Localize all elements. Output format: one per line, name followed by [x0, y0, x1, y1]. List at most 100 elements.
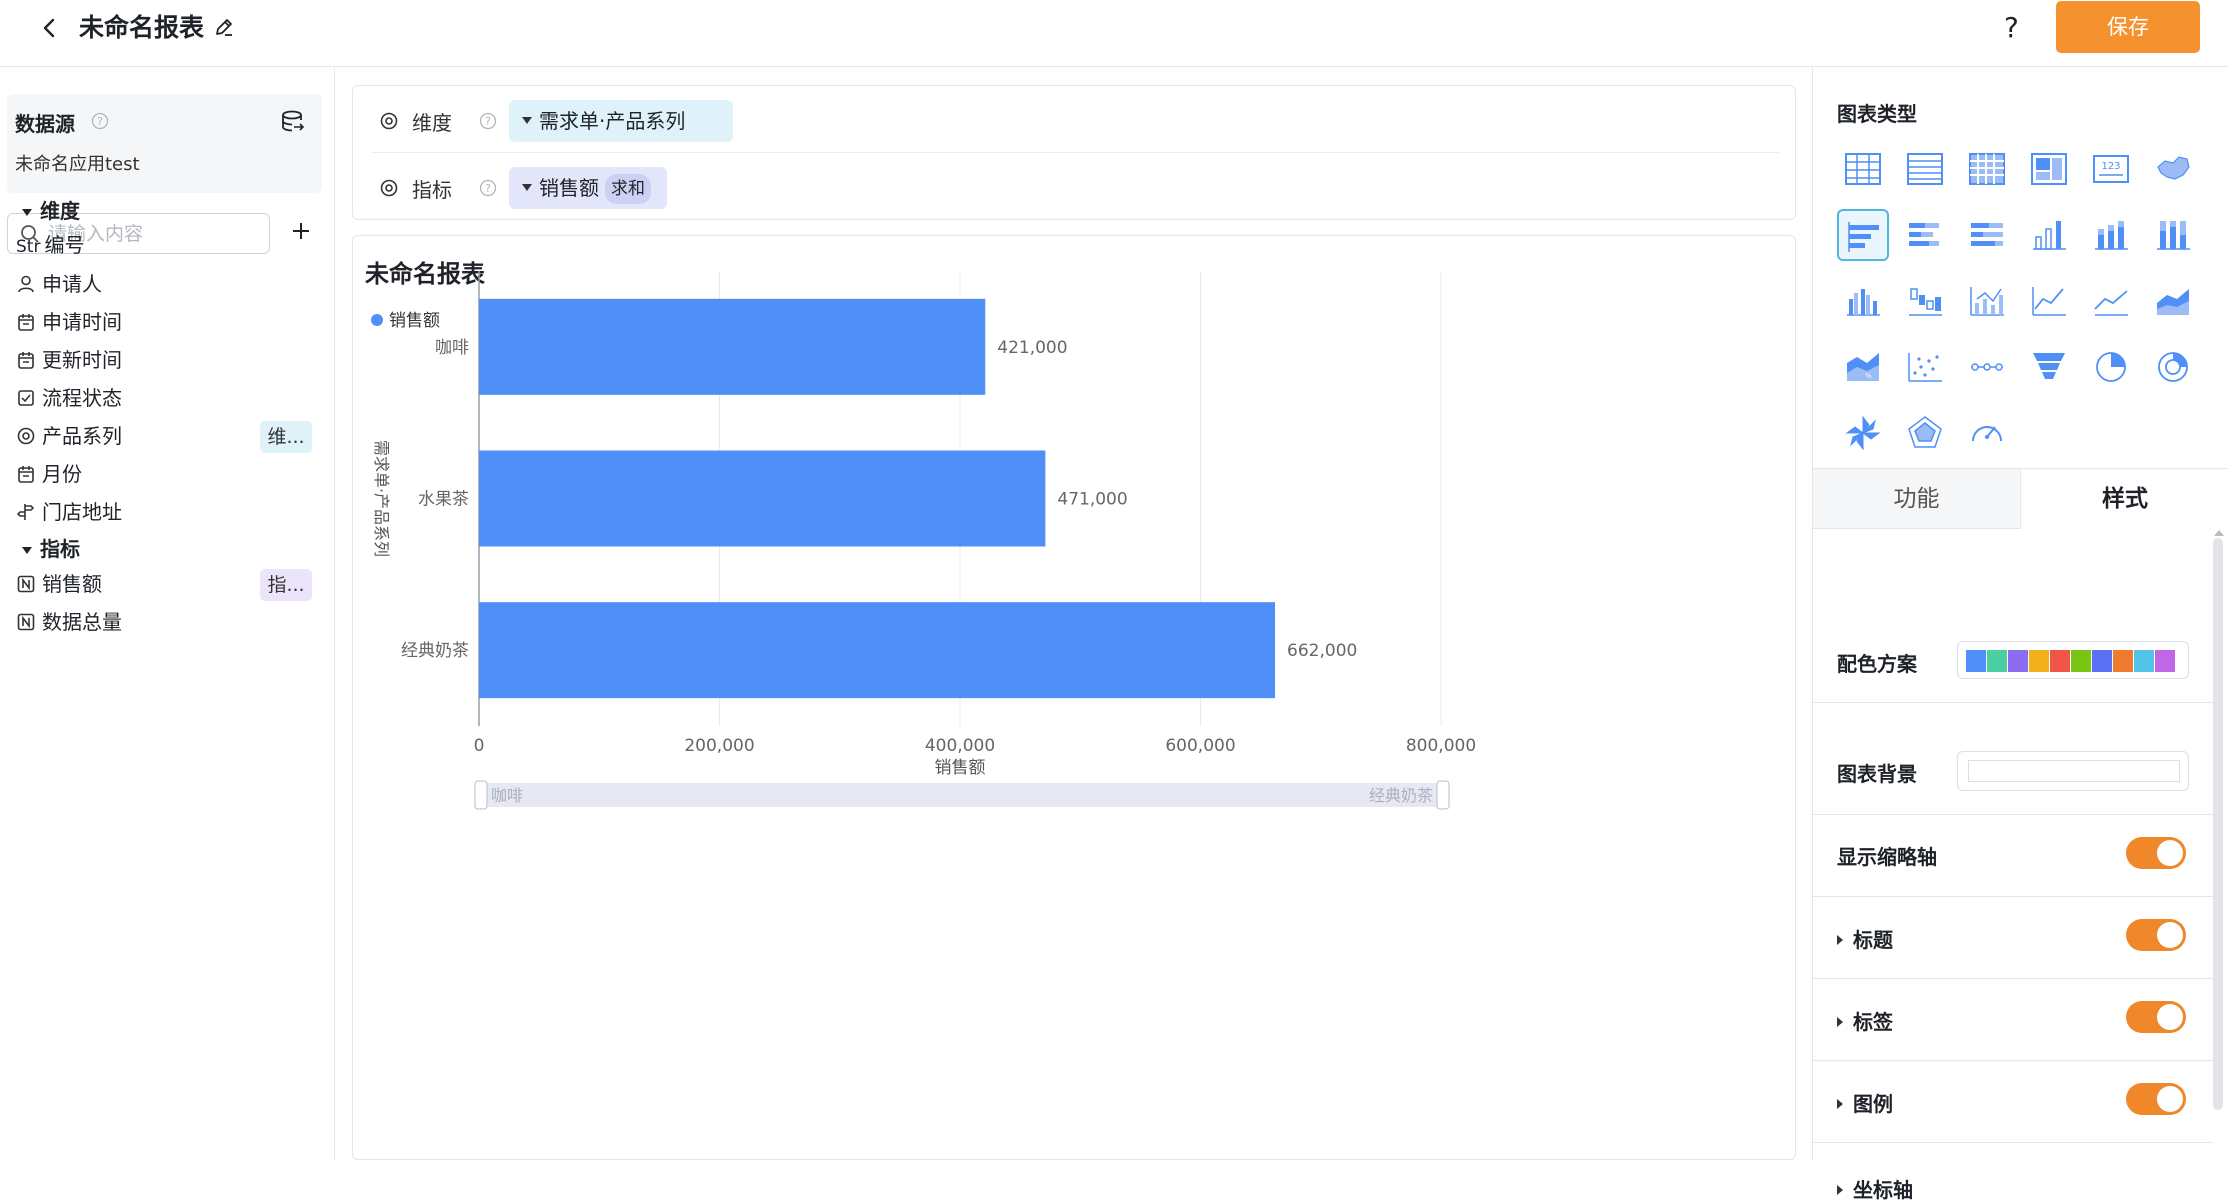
chart-type-stacked-bar-horizontal-icon[interactable]: [1899, 209, 1951, 261]
legend-row-label: 图例: [1837, 1088, 1893, 1117]
svg-text:?: ?: [485, 182, 491, 195]
title-toggle[interactable]: [2126, 919, 2186, 951]
y-tick-label: 咖啡: [435, 338, 469, 358]
zoom-slider-handle-right[interactable]: [1436, 780, 1450, 810]
field-label: 数据总量: [42, 610, 122, 634]
color-scheme-picker[interactable]: [1957, 641, 2189, 679]
edit-icon[interactable]: [213, 16, 235, 38]
measure-section-header[interactable]: 指标: [22, 533, 80, 562]
thumbnail-axis-toggle[interactable]: [2126, 837, 2186, 869]
chart-type-area-icon[interactable]: [2085, 275, 2137, 327]
dimension-section-header[interactable]: 维度: [22, 195, 80, 224]
zoom-slider-track[interactable]: [477, 783, 1445, 807]
chart-type-dot-line-icon[interactable]: [1961, 341, 2013, 393]
chart-type-radar-icon[interactable]: [1899, 407, 1951, 459]
save-button[interactable]: 保存: [2056, 1, 2200, 53]
chart-type-waterfall-icon[interactable]: [1899, 275, 1951, 327]
chart-type-column-line-icon[interactable]: [1961, 275, 2013, 327]
x-tick-label: 600,000: [1165, 736, 1235, 756]
question-icon[interactable]: ?: [479, 179, 497, 197]
chart-type-rose-icon[interactable]: [1837, 407, 1889, 459]
background-color-picker[interactable]: [1957, 751, 2189, 791]
chart-type-donut-icon[interactable]: [2147, 341, 2199, 393]
shelf-divider: [371, 152, 1779, 153]
chart-type-combo-column-icon[interactable]: [1837, 275, 1889, 327]
background-row: 图表背景: [1813, 703, 2213, 815]
chart-type-percent-column-icon[interactable]: [2147, 209, 2199, 261]
measure-section-label: 指标: [40, 537, 80, 561]
dimension-used-chip: 维...: [260, 421, 312, 453]
svg-text:?: ?: [97, 115, 103, 128]
chart-type-column-icon[interactable]: [2023, 209, 2075, 261]
field-item-update-time[interactable]: 更新时间: [16, 344, 326, 376]
chart-type-map-icon[interactable]: [2147, 143, 2199, 195]
question-icon[interactable]: ?: [91, 112, 109, 130]
chart-type-indicator-card-icon[interactable]: [2023, 143, 2075, 195]
tag-row[interactable]: 标签: [1813, 979, 2213, 1061]
chart-type-number-card-icon[interactable]: 123: [2085, 143, 2137, 195]
field-item-product-series[interactable]: 产品系列 维...: [16, 420, 326, 453]
field-item-store-address[interactable]: 门店地址: [16, 496, 326, 528]
axis-row[interactable]: 坐标轴: [1813, 1143, 2213, 1202]
field-item-month[interactable]: 月份: [16, 458, 326, 490]
dimension-pill[interactable]: 需求单·产品系列: [509, 100, 733, 142]
x-tick-label: 400,000: [925, 736, 995, 756]
chart-type-stacked-column-icon[interactable]: [2085, 209, 2137, 261]
help-icon[interactable]: ?: [2004, 8, 2019, 48]
field-label: 月份: [42, 462, 82, 486]
datasource-title: 数据源: [15, 112, 75, 136]
field-item-applicant[interactable]: 申请人: [16, 268, 326, 300]
chart-type-gauge-icon[interactable]: [1961, 407, 2013, 459]
field-item-id[interactable]: Str 编号: [16, 229, 326, 261]
question-icon[interactable]: ?: [479, 112, 497, 130]
datasource-card[interactable]: 数据源 ? 未命名应用test: [7, 94, 322, 193]
chart-type-percent-bar-horizontal-icon[interactable]: [1961, 209, 2013, 261]
measure-target-icon: [380, 179, 398, 197]
bar[interactable]: [479, 298, 986, 395]
chart-type-cross-table-icon[interactable]: [1961, 143, 2013, 195]
legend-row[interactable]: 图例: [1813, 1061, 2213, 1143]
tab-style[interactable]: 样式: [2021, 469, 2228, 529]
field-label: 申请人: [42, 272, 102, 296]
scroll-up-arrow[interactable]: [2214, 530, 2224, 536]
radio-icon: [17, 427, 35, 445]
database-switch-icon[interactable]: [279, 108, 305, 134]
title-row[interactable]: 标题: [1813, 897, 2213, 979]
datasource-name: 未命名应用test: [15, 154, 140, 175]
chart-type-percent-area-icon[interactable]: %: [1837, 341, 1889, 393]
field-item-apply-time[interactable]: 申请时间: [16, 306, 326, 338]
calendar-icon: [18, 314, 34, 331]
chart-type-funnel-icon[interactable]: [2023, 341, 2075, 393]
measure-pill-label: 销售额: [539, 176, 599, 200]
chart-type-pie-icon[interactable]: [2085, 341, 2137, 393]
tag-toggle[interactable]: [2126, 1001, 2186, 1033]
data-label: 471,000: [1057, 490, 1127, 510]
measure-pill[interactable]: 销售额 求和: [509, 167, 667, 209]
svg-text:?: ?: [485, 115, 491, 128]
back-arrow-icon[interactable]: [36, 14, 64, 42]
dimension-shelf-label: 维度: [412, 111, 452, 135]
zoom-slider-handle-left[interactable]: [474, 780, 488, 810]
chart-type-line-icon[interactable]: [2023, 275, 2075, 327]
palette-swatch: [2008, 650, 2028, 672]
aggregation-badge[interactable]: 求和: [605, 174, 651, 204]
field-item-flow-status[interactable]: 流程状态: [16, 382, 326, 414]
tab-function[interactable]: 功能: [1813, 469, 2021, 529]
legend-toggle[interactable]: [2126, 1083, 2186, 1115]
field-item-sales[interactable]: 销售额 指...: [16, 568, 326, 601]
chart-type-bar-horizontal-icon[interactable]: [1837, 209, 1889, 261]
bar[interactable]: [479, 450, 1046, 547]
chart-type-table-icon[interactable]: [1837, 143, 1889, 195]
field-label: 销售额: [42, 572, 102, 596]
measure-shelf: 指标 ? 销售额 求和: [379, 167, 1779, 209]
palette-swatch: [2029, 650, 2049, 672]
field-item-data-count[interactable]: 数据总量: [16, 606, 326, 638]
property-panel-scrollbar[interactable]: [2213, 538, 2223, 1110]
chart-type-stacked-area-icon[interactable]: [2147, 275, 2199, 327]
bar[interactable]: [479, 602, 1276, 699]
axis-label-text: 坐标轴: [1853, 1178, 1913, 1202]
palette-swatch: [2050, 650, 2070, 672]
chart-type-detail-table-icon[interactable]: [1899, 143, 1951, 195]
y-tick-label: 经典奶茶: [401, 641, 469, 661]
chart-type-scatter-icon[interactable]: [1899, 341, 1951, 393]
